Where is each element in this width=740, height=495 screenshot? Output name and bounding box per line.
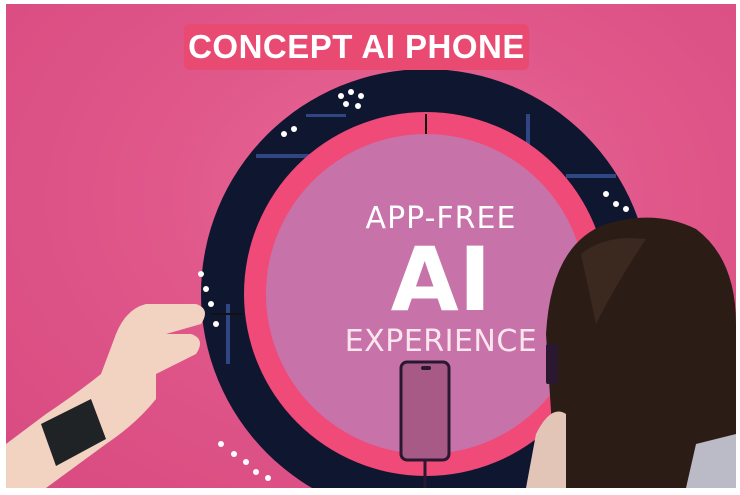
display-line-experience: EXPERIENCE: [344, 324, 538, 359]
event-photo: CONCEPT AI PHONE APP-FREE AI EXPERIENCE: [6, 4, 736, 488]
banner-text: CONCEPT AI PHONE: [188, 28, 525, 65]
hand: [6, 304, 205, 488]
display-line-ai: AI: [390, 228, 492, 331]
concept-ai-phone-banner: CONCEPT AI PHONE: [184, 24, 529, 70]
